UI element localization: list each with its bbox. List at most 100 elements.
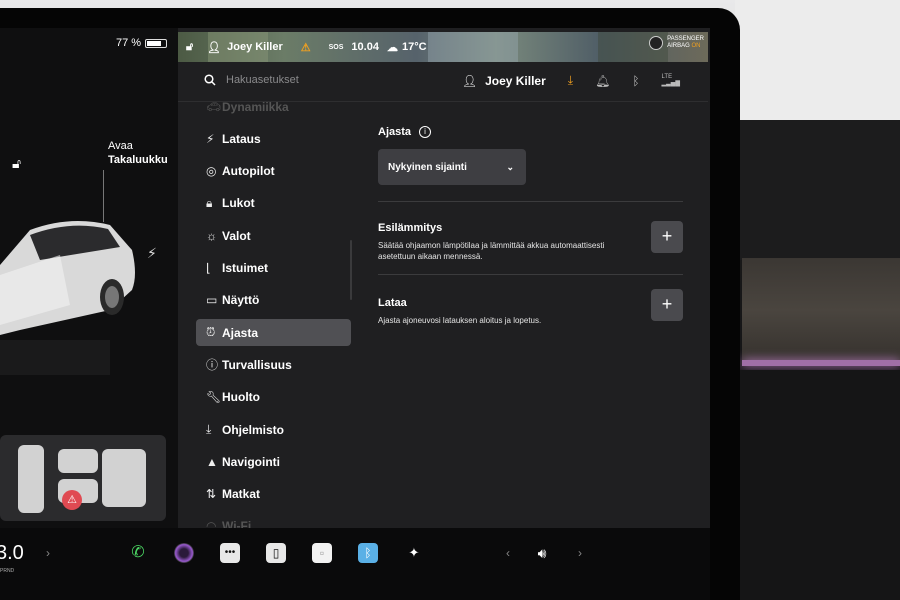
settings-search[interactable]: Hakuasetukset <box>204 74 299 86</box>
trunk-label-line2: Takaluukku <box>108 154 168 166</box>
battery-fill <box>147 40 161 46</box>
sidebar-item-label: Matkat <box>222 487 261 502</box>
chevron-right-icon[interactable]: › <box>38 543 58 563</box>
speed-value: 3.0 <box>0 542 24 564</box>
sidebar-item-wi-fi[interactable]: ◠ Wi-Fi <box>196 513 351 528</box>
sidebar-item-lukot[interactable]: 🔒︎ Lukot <box>196 190 351 217</box>
seat-driver <box>58 449 98 473</box>
search-input[interactable]: Hakuasetukset <box>226 74 299 86</box>
lte-signal-icon: LTE ▂▃▅▇ <box>661 73 680 87</box>
wrench-icon: 🔧︎ <box>206 390 222 405</box>
sidebar-item-label: Lukot <box>222 196 255 211</box>
sidebar-item-valot[interactable]: ☼ Valot <box>196 222 351 249</box>
sos-label[interactable]: SOS <box>329 44 344 51</box>
sidebar-item-autopilot[interactable]: ◎ Autopilot <box>196 158 351 185</box>
seatbelt-warning-icon: ⚠︎ <box>300 41 311 54</box>
sidebar-item-label: Ohjelmisto <box>222 422 285 437</box>
background-console <box>735 370 900 600</box>
battery-percentage: 77 % <box>116 37 142 49</box>
add-charge-schedule-button[interactable]: + <box>651 289 683 321</box>
sidebar-item-label: Ajasta <box>222 325 259 340</box>
profile-icon: 👤︎ <box>207 41 222 54</box>
divider <box>378 201 683 202</box>
volume-left-chevron-icon[interactable]: ‹ <box>498 543 518 563</box>
airbag-icon <box>649 36 664 50</box>
sidebar-item-navigointi[interactable]: ▲ Navigointi <box>196 448 351 475</box>
background-wood-trim <box>742 258 900 363</box>
gear-indicator: PRND <box>0 568 15 574</box>
info-circle-icon: ⓘ <box>206 358 219 373</box>
cloud-icon: ☁︎ <box>386 41 398 54</box>
sidebar-item-label: Autopilot <box>222 164 275 179</box>
person-icon: 👤︎ <box>461 73 478 88</box>
camera-icon[interactable] <box>174 543 194 563</box>
info-icon[interactable]: i <box>419 126 432 138</box>
unlock-icon[interactable]: 🔓︎ <box>12 155 21 172</box>
phone-icon[interactable]: ✆ <box>128 543 148 563</box>
sidebar-item-ohjelmisto[interactable]: ⤓ Ohjelmisto <box>196 416 351 443</box>
bluetooth-app-icon[interactable]: ᛒ <box>358 543 378 563</box>
sidebar-item-label: Navigointi <box>222 454 281 469</box>
bell-icon[interactable]: 🔔︎ <box>595 74 610 88</box>
open-trunk-button[interactable]: Avaa Takaluukku <box>108 139 168 167</box>
seat-rear <box>102 449 146 507</box>
download-icon: ⤓ <box>206 422 212 436</box>
steering-wheel-icon: ◎ <box>206 164 217 179</box>
location-dropdown[interactable]: Nykyinen sijainti ⌄ <box>378 149 526 185</box>
profile-button[interactable]: 👤︎ Joey Killer <box>462 74 546 88</box>
sidebar-item-huolto[interactable]: 🔧︎ Huolto <box>196 384 351 411</box>
add-preheat-button[interactable]: + <box>651 221 683 253</box>
alarm-clock-icon: ⏰︎ <box>206 325 216 340</box>
sidebar-item-label: Istuimet <box>222 261 269 275</box>
ambient-light-strip <box>742 360 900 366</box>
clock-time: 10.04 <box>351 41 379 53</box>
sidebar-item-matkat[interactable]: ⇅ Matkat <box>196 481 351 508</box>
sidebar-item-ajasta[interactable]: ⏰︎ Ajasta <box>196 319 351 347</box>
sidebar-item-dynamiikka[interactable]: 🚗︎ Dynamiikka <box>196 102 351 120</box>
airbag-line2: AIRBAG <box>667 43 690 49</box>
sidebar-item-turvallisuus[interactable]: ⓘ Turvallisuus <box>196 351 351 378</box>
chevron-down-icon: ⌄ <box>506 161 514 172</box>
sidebar-item-label: Valot <box>222 228 251 243</box>
trips-icon: ⇅ <box>206 487 217 502</box>
navigation-arrow-icon: ▲ <box>206 454 218 469</box>
charge-description: Ajasta ajoneuvosi latauksen aloitus ja l… <box>378 316 542 325</box>
settings-header: Hakuasetukset 👤︎ Joey Killer ⤓ 🔔︎ ᛒ LTE ▂… <box>178 62 708 102</box>
bluetooth-icon[interactable]: ᛒ <box>632 74 639 88</box>
divider <box>378 274 683 275</box>
speed-display: 3.0 <box>0 542 24 565</box>
status-user-name[interactable]: Joey Killer <box>227 41 283 53</box>
more-apps-icon[interactable]: ••• <box>220 543 240 563</box>
battery-icon <box>145 38 168 48</box>
charge-section: Lataa Ajasta ajoneuvosi latauksen aloitu… <box>378 297 638 326</box>
sidebar-item-näyttö[interactable]: ▭ Näyttö <box>196 287 351 314</box>
notes-icon[interactable]: ▫ <box>312 543 332 563</box>
passenger-airbag-indicator: PASSENGER AIRBAG ON <box>649 36 704 50</box>
passenger-seat-warning-icon: ⚠︎ <box>62 490 82 510</box>
airbag-line1: PASSENGER <box>667 36 704 42</box>
search-icon <box>204 74 216 86</box>
bolt-icon: ⚡︎ <box>206 131 215 146</box>
volume-right-chevron-icon[interactable]: › <box>570 543 590 563</box>
sidebar-item-label: Dynamiikka <box>222 102 289 114</box>
wifi-icon: ◠ <box>206 519 217 528</box>
preheat-section: Esilämmitys Säätää ohjaamon lämpötilaa j… <box>378 222 638 262</box>
display-icon: ▭ <box>206 293 218 308</box>
car-icon: 🚗︎ <box>206 102 222 114</box>
sidebar-item-label: Turvallisuus <box>222 357 292 372</box>
calendar-icon[interactable]: ▯ <box>266 543 286 563</box>
volume-icon[interactable]: 🔊︎ <box>532 543 552 563</box>
settings-sidebar: 🚗︎ Dynamiikka ⚡︎ Lataus ◎ Autopilot 🔒︎ Lukot ☼ Va… <box>178 102 363 528</box>
preheat-title: Esilämmitys <box>378 222 443 234</box>
lock-status-icon[interactable]: 🔓︎ <box>186 41 193 54</box>
battery-indicator: 77 % <box>116 37 168 49</box>
status-bar: 🔓︎ 👤︎ Joey Killer ⚠︎ SOS 10.04 ☁︎ 17°C P… <box>178 32 708 62</box>
download-update-icon[interactable]: ⤓ <box>568 73 573 88</box>
charge-title: Lataa <box>378 297 407 309</box>
sidebar-item-lataus[interactable]: ⚡︎ Lataus <box>196 125 351 152</box>
charge-port-icon[interactable]: ⚡︎ <box>147 245 157 262</box>
tidal-icon[interactable]: ✦ <box>404 543 424 563</box>
sidebar-item-istuimet[interactable]: ⌊ Istuimet <box>196 255 351 282</box>
sidebar-item-label: Huolto <box>222 390 260 405</box>
background-dashboard <box>735 120 900 260</box>
